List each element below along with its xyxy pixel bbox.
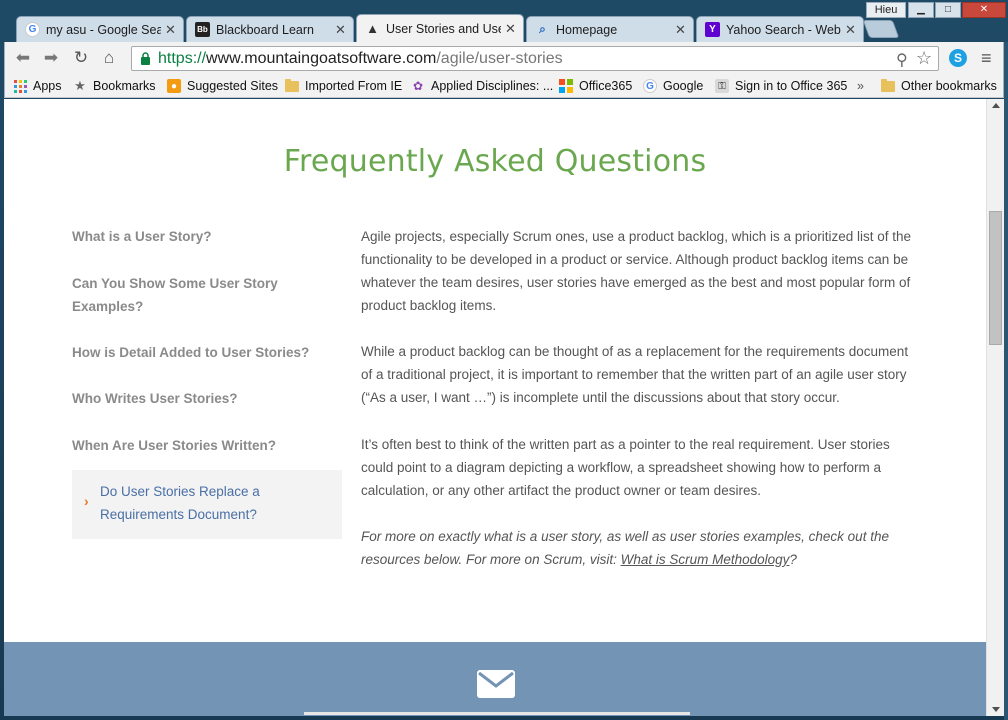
new-tab-button[interactable]	[862, 20, 900, 38]
faq-question-link[interactable]: What is a User Story?	[72, 225, 342, 248]
bookmark-other-bookmarks[interactable]: Other bookmarks	[881, 77, 997, 95]
bookmark-label: Google	[663, 79, 704, 93]
tab-title: User Stories and User	[386, 21, 501, 36]
apps-grid-icon	[13, 79, 27, 93]
blackboard-icon: Bb	[195, 22, 210, 37]
bookmark-label: Applied Disciplines: ...	[431, 79, 554, 93]
toolbar: ⬅ ➡ ↻ ⌂ https://www.mountaingoatsoftware…	[4, 42, 1004, 74]
reload-icon[interactable]: ↻	[71, 48, 91, 68]
skype-icon[interactable]: S	[949, 49, 967, 67]
page-viewport: Frequently Asked Questions What is a Use…	[4, 99, 986, 716]
tab-strip: G my asu - Google Sear ✕ Bb Blackboard L…	[0, 0, 1008, 42]
mountain-goat-icon: ▲	[366, 21, 379, 36]
bookmark-label: Office365	[579, 79, 633, 93]
office-icon	[559, 79, 573, 93]
url-path: /agile/user-stories	[436, 50, 563, 67]
scrollbar-thumb[interactable]	[989, 211, 1002, 345]
faq-question-link[interactable]: Can You Show Some User Story Examples?	[72, 272, 302, 318]
google-icon: G	[25, 22, 40, 37]
close-icon[interactable]: ✕	[335, 22, 347, 38]
minimize-icon[interactable]: ▁	[908, 2, 934, 18]
chevron-right-icon: ›	[84, 493, 89, 509]
bookmark-label: Other bookmarks	[901, 79, 997, 93]
answer-paragraph: It’s often best to think of the written …	[361, 437, 890, 498]
footer-band	[4, 642, 986, 716]
url-text: https://www.mountaingoatsoftware.com/agi…	[158, 50, 563, 68]
page-title: Frequently Asked Questions	[283, 144, 707, 179]
faq-question-link[interactable]: Who Writes User Stories?	[72, 387, 342, 410]
home-icon[interactable]: ⌂	[99, 48, 119, 68]
close-icon[interactable]: ✕	[675, 22, 687, 38]
applied-disciplines-icon: ✿	[412, 79, 424, 93]
window-close-icon[interactable]: ✕	[962, 2, 1006, 18]
browser-window: G my asu - Google Sear ✕ Bb Blackboard L…	[0, 0, 1008, 720]
maximize-icon[interactable]: □	[935, 2, 961, 18]
tab-google-search[interactable]: G my asu - Google Sear ✕	[16, 16, 184, 42]
bookmark-sign-in-office365[interactable]: ⚿ Sign in to Office 365	[715, 77, 847, 95]
bookmark-apps[interactable]: Apps	[13, 77, 62, 95]
bookmark-bookmarks[interactable]: ★ Bookmarks	[73, 77, 156, 95]
office-signin-icon: ⚿	[715, 79, 729, 93]
more-info-end: ?	[789, 552, 797, 567]
faq-question-link[interactable]: When Are User Stories Written?	[72, 434, 342, 457]
faq-question-active[interactable]: › Do User Stories Replace a Requirements…	[72, 470, 342, 539]
bookmark-label: Sign in to Office 365	[735, 79, 848, 93]
close-icon[interactable]: ✕	[165, 22, 177, 38]
yahoo-icon: Y	[705, 22, 720, 37]
address-bar[interactable]: https://www.mountaingoatsoftware.com/agi…	[131, 46, 939, 71]
star-icon: ★	[74, 78, 86, 93]
back-arrow-icon[interactable]: ⬅	[13, 48, 33, 68]
faq-question-link-active[interactable]: Do User Stories Replace a Requirements D…	[100, 480, 300, 526]
bookmark-label: Suggested Sites	[187, 79, 279, 93]
url-host: www.mountaingoatsoftware.com	[206, 50, 437, 67]
answer-paragraph: While a product backlog can be thought o…	[361, 344, 909, 405]
star-bookmark-icon[interactable]: ☆	[916, 48, 932, 69]
chevron-more-icon: »	[857, 79, 864, 93]
menu-icon[interactable]: ≡	[981, 48, 992, 69]
bookmark-label: Bookmarks	[93, 79, 156, 93]
zoom-icon[interactable]: ⚲	[896, 50, 908, 70]
horizontal-scrollbar[interactable]	[304, 712, 690, 715]
bookmark-label: Apps	[33, 79, 62, 93]
tab-blackboard[interactable]: Bb Blackboard Learn ✕	[186, 16, 354, 42]
vertical-scrollbar[interactable]	[986, 99, 1004, 716]
bookmark-more-chevron[interactable]: »	[857, 77, 864, 95]
scrum-methodology-link[interactable]: What is Scrum Methodology	[621, 552, 790, 567]
answer-paragraph: Agile projects, especially Scrum ones, u…	[361, 229, 912, 313]
search-tab-icon: ⌕	[539, 22, 546, 36]
scroll-down-icon[interactable]	[992, 707, 1000, 712]
tab-title: Blackboard Learn	[216, 22, 314, 37]
bookmark-imported-from-ie[interactable]: Imported From IE	[285, 77, 402, 95]
tab-title: Homepage	[556, 22, 618, 37]
forward-arrow-icon[interactable]: ➡	[41, 48, 61, 68]
tab-yahoo[interactable]: Y Yahoo Search - Web S ✕	[696, 16, 864, 42]
bookmarks-bar: Apps ★ Bookmarks ● Suggested Sites Impor…	[4, 74, 1004, 98]
bookmark-google[interactable]: G Google	[643, 77, 703, 95]
bookmark-suggested-sites[interactable]: ● Suggested Sites	[167, 77, 278, 95]
window-border	[1004, 42, 1008, 720]
lock-icon	[141, 52, 150, 65]
scroll-up-icon[interactable]	[992, 103, 1000, 108]
bookmark-label: Imported From IE	[305, 79, 403, 93]
folder-icon	[881, 78, 895, 93]
google-icon: G	[643, 79, 657, 93]
url-scheme: https://	[158, 50, 207, 67]
bookmark-office365[interactable]: Office365	[559, 77, 632, 95]
close-icon[interactable]: ✕	[505, 21, 517, 37]
mail-icon[interactable]	[477, 670, 515, 698]
tab-title: Yahoo Search - Web S	[726, 22, 841, 37]
bookmark-applied-disciplines[interactable]: ✿ Applied Disciplines: ...	[411, 77, 553, 95]
tab-homepage[interactable]: ⌕ Homepage ✕	[526, 16, 694, 42]
tab-user-stories[interactable]: ▲ User Stories and User ✕	[356, 14, 524, 42]
tab-title: my asu - Google Sear	[46, 22, 161, 37]
answer-paragraph-more: For more on exactly what is a user story…	[361, 525, 916, 571]
faq-question-link[interactable]: How is Detail Added to User Stories?	[72, 341, 342, 364]
profile-button[interactable]: Hieu	[866, 2, 906, 18]
close-icon[interactable]: ✕	[845, 22, 857, 38]
folder-icon	[285, 78, 299, 93]
suggested-sites-icon: ●	[167, 79, 181, 93]
